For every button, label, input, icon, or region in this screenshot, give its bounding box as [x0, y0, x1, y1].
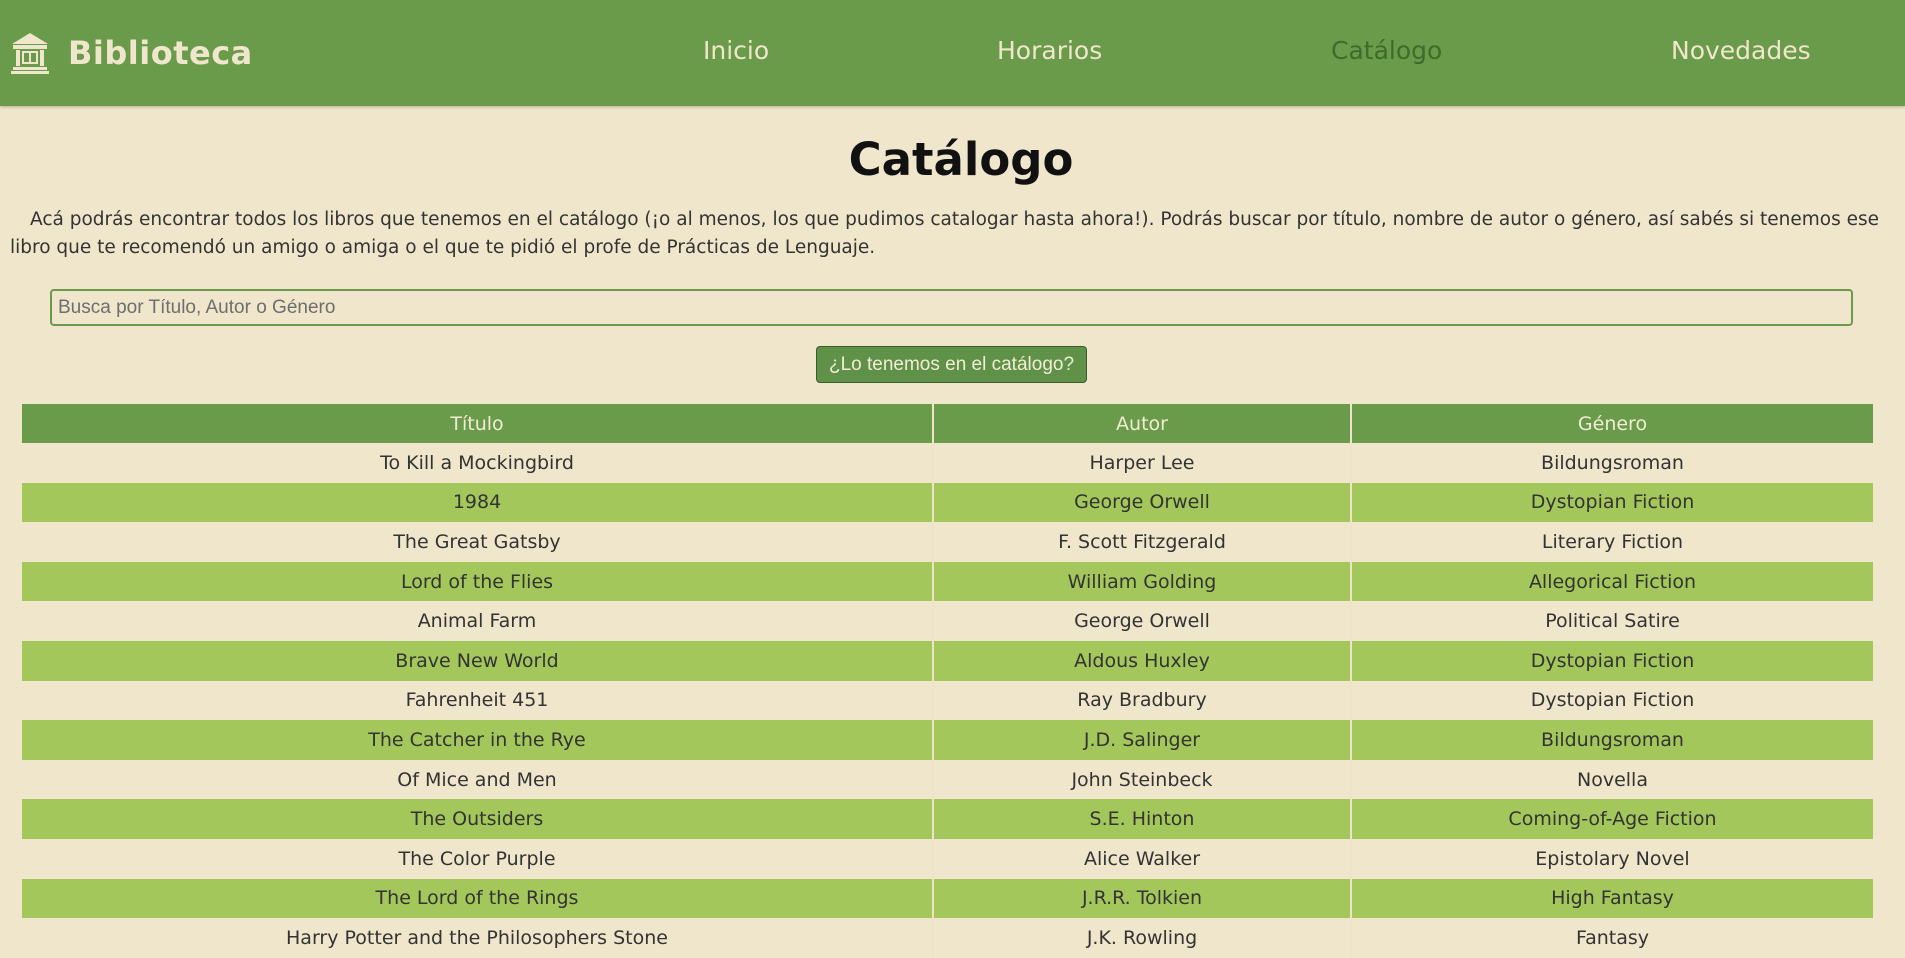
page-title: Catálogo: [848, 133, 1074, 186]
table-row: Harry Potter and the Philosophers Stone J…: [22, 918, 1873, 958]
cell-autor: Harper Lee: [932, 443, 1351, 483]
cell-titulo: The Outsiders: [22, 799, 933, 839]
cell-autor: George Orwell: [932, 482, 1351, 523]
table-row: The Lord of the Rings J.R.R. Tolkien High …: [22, 878, 1873, 919]
column-header-genero: Género: [1350, 404, 1873, 443]
table-row: Animal Farm George Orwell Political Satire: [22, 601, 1873, 641]
nav-link-novedades[interactable]: Novedades: [1671, 36, 1811, 65]
cell-genero: Bildungsroman: [1350, 720, 1873, 760]
cell-autor: J.D. Salinger: [932, 720, 1351, 760]
cell-autor: William Golding: [932, 561, 1351, 602]
table-row: The Great Gatsby F. Scott Fitzgerald Liter…: [22, 522, 1873, 562]
table-row: The Outsiders S.E. Hinton Coming-of-Age Fi…: [22, 799, 1873, 839]
library-building-icon: [11, 33, 49, 74]
cell-genero: Epistolary Novel: [1350, 838, 1873, 879]
cell-autor: F. Scott Fitzgerald: [932, 522, 1351, 562]
cell-genero: Bildungsroman: [1350, 443, 1873, 483]
cell-titulo: To Kill a Mockingbird: [22, 443, 933, 483]
cell-titulo: Lord of the Flies: [22, 561, 933, 602]
cell-titulo: The Color Purple: [22, 838, 933, 879]
table-row: Of Mice and Men John Steinbeck Novella: [22, 759, 1873, 800]
cell-autor: J.R.R. Tolkien: [932, 878, 1351, 919]
column-header-titulo: Título: [22, 404, 933, 443]
nav-link-horarios[interactable]: Horarios: [997, 36, 1102, 65]
cell-genero: Dystopian Fiction: [1350, 640, 1873, 681]
table-row: The Color Purple Alice Walker Epistolary N…: [22, 838, 1873, 879]
cell-titulo: Animal Farm: [22, 601, 933, 641]
table-row: 1984 George Orwell Dystopian Fiction: [22, 482, 1873, 523]
cell-autor: John Steinbeck: [932, 759, 1351, 800]
cell-autor: Ray Bradbury: [932, 680, 1351, 721]
cell-genero: Allegorical Fiction: [1350, 561, 1873, 602]
brand[interactable]: Biblioteca: [10, 30, 253, 76]
cell-genero: Political Satire: [1350, 601, 1873, 641]
cell-genero: Novella: [1350, 759, 1873, 800]
nav-link-catalogo[interactable]: Catálogo: [1331, 36, 1442, 65]
top-navbar: Biblioteca Inicio Horarios Catálogo Nove…: [0, 0, 1905, 106]
cell-titulo: 1984: [22, 482, 933, 523]
table-row: The Catcher in the Rye J.D. Salinger Bildu…: [22, 720, 1873, 760]
cell-genero: Dystopian Fiction: [1350, 680, 1873, 721]
table-header-row: Título Autor Género: [22, 404, 1873, 443]
table-row: Lord of the Flies William Golding Allegori…: [22, 561, 1873, 602]
cell-titulo: The Lord of the Rings: [22, 878, 933, 919]
cell-genero: Fantasy: [1350, 918, 1873, 958]
cell-genero: Dystopian Fiction: [1350, 482, 1873, 523]
cell-titulo: The Catcher in the Rye: [22, 720, 933, 760]
cell-titulo: Brave New World: [22, 640, 933, 681]
cell-autor: J.K. Rowling: [932, 918, 1351, 958]
intro-paragraph: Acá podrás encontrar todos los libros qu…: [10, 209, 1880, 258]
cell-genero: High Fantasy: [1350, 878, 1873, 919]
cell-autor: Aldous Huxley: [932, 640, 1351, 681]
cell-genero: Coming-of-Age Fiction: [1350, 799, 1873, 839]
cell-titulo: Fahrenheit 451: [22, 680, 933, 721]
cell-titulo: The Great Gatsby: [22, 522, 933, 562]
table-body: To Kill a Mockingbird Harper Lee Bildungsr…: [22, 443, 1873, 958]
nav-link-inicio[interactable]: Inicio: [703, 36, 769, 65]
table-row: To Kill a Mockingbird Harper Lee Bildungsr…: [22, 443, 1873, 483]
search-button[interactable]: ¿Lo tenemos en el catálogo?: [816, 346, 1087, 383]
table-row: Fahrenheit 451 Ray Bradbury Dystopian Fict…: [22, 680, 1873, 721]
table-row: Brave New World Aldous Huxley Dystopian Fi…: [22, 640, 1873, 681]
cell-titulo: Harry Potter and the Philosophers Stone: [22, 918, 933, 958]
search-input[interactable]: [50, 289, 1853, 326]
column-header-autor: Autor: [932, 404, 1351, 443]
cell-autor: Alice Walker: [932, 838, 1351, 879]
cell-genero: Literary Fiction: [1350, 522, 1873, 562]
cell-autor: S.E. Hinton: [932, 799, 1351, 839]
cell-titulo: Of Mice and Men: [22, 759, 933, 800]
catalog-table: Título Autor Género To Kill a Mockingbir…: [22, 404, 1873, 958]
brand-title: Biblioteca: [68, 34, 253, 72]
cell-autor: George Orwell: [932, 601, 1351, 641]
